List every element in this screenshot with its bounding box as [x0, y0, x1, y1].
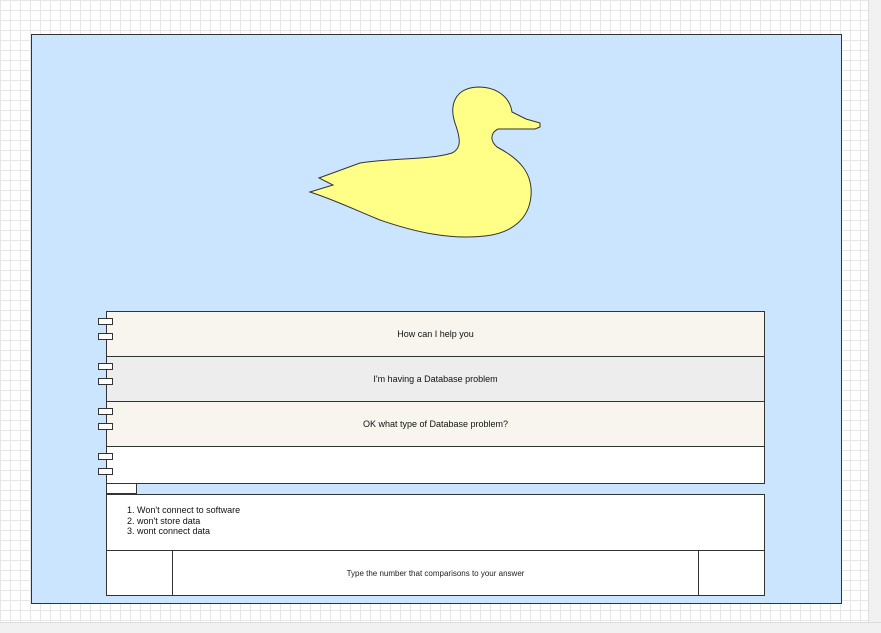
connector-port: [98, 408, 113, 415]
bot-followup-text: OK what type of Database problem?: [362, 419, 509, 429]
duck-icon: [308, 86, 541, 238]
options-list: 1. Won't connect to software 2. won't st…: [106, 494, 765, 551]
option-item: 3. wont connect data: [127, 526, 211, 536]
duck-illustration: [308, 86, 541, 238]
answer-prompt-text: Type the number that comparisons to your…: [346, 568, 525, 578]
options-tab: [106, 483, 137, 494]
input-left-cell: [107, 551, 173, 595]
reply-row-empty: [106, 446, 765, 484]
connector-port: [98, 363, 113, 370]
connector-port: [98, 333, 113, 340]
connector-port: [98, 318, 113, 325]
connector-port: [98, 468, 113, 475]
bot-message-followup: OK what type of Database problem?: [106, 401, 765, 447]
connector-port: [98, 378, 113, 385]
page-edge-bottom: [0, 622, 881, 633]
answer-input-row: Type the number that comparisons to your…: [106, 550, 765, 596]
option-item: 2. won't store data: [127, 515, 201, 526]
connector-port: [98, 423, 113, 430]
connector-port: [98, 453, 113, 460]
page-edge-right: [868, 0, 881, 632]
answer-input[interactable]: Type the number that comparisons to your…: [173, 551, 698, 595]
option-item: 1. Won't connect to software: [127, 505, 241, 515]
bot-greeting-text: How can I help you: [397, 329, 474, 339]
user-message-text: I'm having a Database problem: [373, 374, 498, 384]
input-right-cell: [698, 551, 764, 595]
user-message: I'm having a Database problem: [106, 356, 765, 402]
bot-message-greeting: How can I help you: [106, 311, 765, 357]
